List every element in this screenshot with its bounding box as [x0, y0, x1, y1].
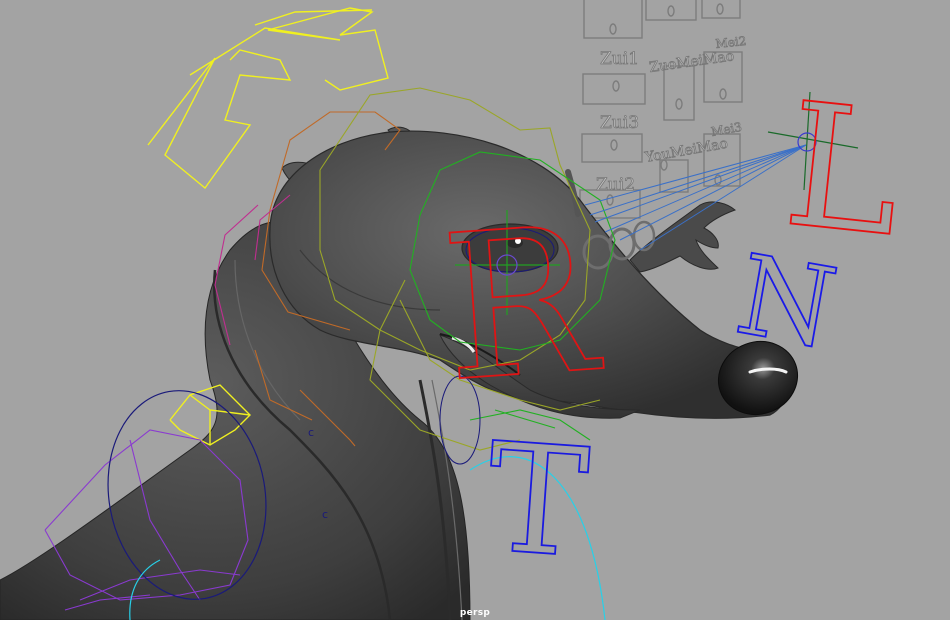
- t-control[interactable]: T: [480, 410, 594, 592]
- character-model[interactable]: [0, 126, 808, 620]
- you-mei-mao-label: YouMeiMao: [643, 136, 729, 166]
- n-control[interactable]: N: [727, 229, 846, 374]
- zuo-mei-mao-label: ZuoMeiMao: [648, 48, 735, 76]
- camera-label: persp: [459, 608, 491, 618]
- persp-viewport[interactable]: Zui1 ZuoMeiMao Mei2 Zui3 YouMeiMao Mei3 …: [0, 0, 950, 620]
- viewport-scene[interactable]: Zui1 ZuoMeiMao Mei2 Zui3 YouMeiMao Mei3 …: [0, 0, 950, 620]
- mei3-label: Mei3: [710, 120, 743, 139]
- zui2-label: Zui2: [596, 175, 635, 195]
- zui3-label: Zui3: [600, 113, 639, 133]
- zui1-label: Zui1: [600, 49, 639, 69]
- c-marker-lower: c: [322, 508, 328, 521]
- c-marker-upper: c: [308, 426, 314, 439]
- mei2-label: Mei2: [715, 34, 747, 51]
- r-eye-control[interactable]: R: [435, 182, 609, 427]
